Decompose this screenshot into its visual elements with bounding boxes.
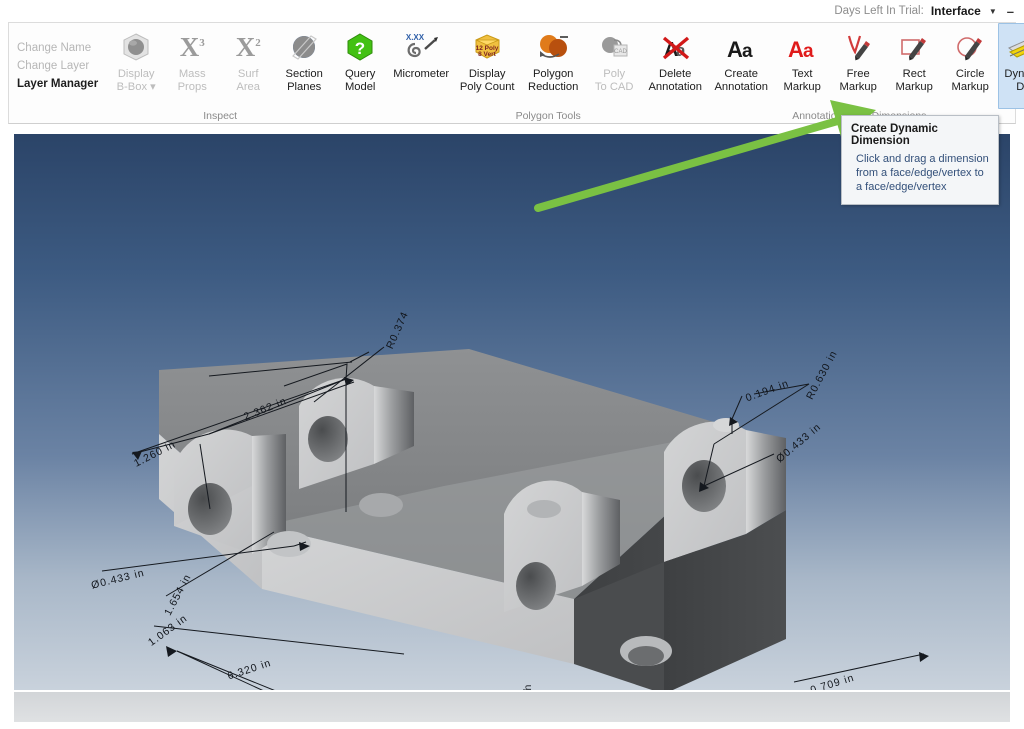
dynamic-dim-label: Dynamic Dim (1004, 68, 1024, 93)
question-hexagon-icon: ? (345, 29, 375, 65)
svg-text:X.XX: X.XX (406, 33, 425, 42)
ribbon-toolbar: Change Name Change Layer Layer Manager D… (8, 22, 1024, 124)
change-layer-button[interactable]: Change Layer (17, 59, 98, 74)
surf-area-button[interactable]: X2 Surf Area (220, 23, 276, 109)
display-poly-count-button[interactable]: 12 Poly 8 Vert Display Poly Count (454, 23, 520, 109)
svg-text:A: A (788, 37, 804, 62)
micrometer-button[interactable]: X.XX Micrometer (388, 23, 454, 109)
tooltip-dynamic-dim: Create Dynamic Dimension Click and drag … (841, 115, 999, 205)
poly-to-cad-button[interactable]: CAD Poly To CAD (586, 23, 642, 109)
section-planes-label: Section Planes (285, 68, 323, 93)
create-annotation-button[interactable]: A a Create Annotation (708, 23, 774, 109)
mass-props-button[interactable]: X3 Mass Props (164, 23, 220, 109)
free-markup-button[interactable]: Free Markup (830, 23, 886, 109)
tooltip-body: Click and drag a dimension from a face/e… (856, 153, 989, 193)
svg-text:8 Vert: 8 Vert (478, 51, 497, 58)
rect-markup-icon (898, 29, 930, 65)
svg-text:?: ? (355, 39, 365, 58)
ribbon-group-polygon-tools: 12 Poly 8 Vert Display Poly Count Polygo… (454, 23, 642, 123)
circle-markup-button[interactable]: Circle Markup (942, 23, 998, 109)
ribbon-group-title-polygon-tools: Polygon Tools (515, 110, 581, 122)
display-bbox-button[interactable]: Display B-Box ▾ (108, 23, 164, 109)
bbox-icon (121, 29, 151, 65)
status-bar (14, 692, 1010, 722)
svg-text:A: A (727, 37, 743, 62)
layer-manager-button[interactable]: Layer Manager (17, 77, 98, 92)
interface-menu[interactable]: Interface (931, 4, 981, 18)
svg-text:a: a (742, 41, 753, 62)
free-markup-icon (842, 29, 874, 65)
create-annotation-label: Create Annotation (714, 68, 768, 93)
ribbon-group-inspect: Display B-Box ▾ X3 Mass Props X2 Surf Ar… (108, 23, 332, 123)
application-window: Days Left In Trial: Interface ▼ – Change… (0, 0, 1024, 729)
x-cubed-icon: X3 (179, 31, 205, 62)
chevron-down-icon[interactable]: ▼ (989, 7, 997, 16)
x-squared-icon: X2 (235, 31, 261, 62)
poly-to-cad-label: Poly To CAD (594, 68, 634, 93)
dimension-label: 0.591 in (522, 684, 534, 690)
trial-bar: Days Left In Trial: Interface ▼ – (0, 0, 1024, 22)
ribbon-group-annotations: A a Delete Annotation A a (642, 23, 1024, 123)
display-poly-count-label: Display Poly Count (459, 68, 515, 93)
delete-annotation-icon: A a (658, 29, 692, 65)
poly-to-cad-icon: CAD (598, 29, 630, 65)
circle-markup-icon (954, 29, 986, 65)
rect-markup-button[interactable]: Rect Markup (886, 23, 942, 109)
ribbon-group-query: ? Query Model X.XX Micrometer (332, 23, 454, 123)
dynamic-dim-button[interactable]: Dynamic Dim (998, 23, 1024, 109)
dynamic-dim-icon (1006, 29, 1024, 65)
micrometer-label: Micrometer (393, 68, 450, 80)
ribbon-group-layer: Change Name Change Layer Layer Manager (9, 23, 108, 123)
change-name-button[interactable]: Change Name (17, 41, 98, 56)
layer-command-stack: Change Name Change Layer Layer Manager (9, 23, 108, 109)
create-annotation-icon: A a (724, 29, 758, 65)
query-model-label: Query Model (344, 68, 376, 93)
ribbon-group-title-layer (9, 109, 108, 123)
svg-text:CAD: CAD (614, 49, 627, 55)
svg-text:a: a (803, 41, 814, 62)
rect-markup-label: Rect Markup (895, 68, 933, 93)
surf-area-label: Surf Area (236, 68, 260, 93)
minimize-button[interactable]: – (1007, 4, 1014, 19)
mass-props-label: Mass Props (177, 68, 207, 93)
tooltip-title: Create Dynamic Dimension (851, 123, 938, 147)
section-planes-icon (289, 29, 319, 65)
section-planes-button[interactable]: Section Planes (276, 23, 332, 109)
trial-days-label: Days Left In Trial: (834, 5, 924, 17)
model-viewport[interactable]: 2.362 in R0.374 1.260 in Ø0.433 in 1.654… (14, 134, 1010, 690)
poly-count-icon: 12 Poly 8 Vert (470, 29, 504, 65)
ribbon-group-title-inspect: Inspect (203, 110, 238, 122)
query-model-button[interactable]: ? Query Model (332, 23, 388, 109)
text-markup-icon: A a (785, 29, 819, 65)
polygon-reduction-icon (536, 29, 570, 65)
polygon-reduction-button[interactable]: Polygon Reduction (520, 23, 586, 109)
ribbon-group-title-query (332, 109, 454, 123)
polygon-reduction-label: Polygon Reduction (527, 68, 579, 93)
micrometer-icon: X.XX (401, 29, 441, 65)
delete-annotation-label: Delete Annotation (648, 68, 702, 93)
display-bbox-label: Display B-Box ▾ (116, 68, 156, 93)
free-markup-label: Free Markup (839, 68, 877, 93)
text-markup-label: Text Markup (783, 68, 821, 93)
delete-annotation-button[interactable]: A a Delete Annotation (642, 23, 708, 109)
text-markup-button[interactable]: A a Text Markup (774, 23, 830, 109)
circle-markup-label: Circle Markup (951, 68, 989, 93)
